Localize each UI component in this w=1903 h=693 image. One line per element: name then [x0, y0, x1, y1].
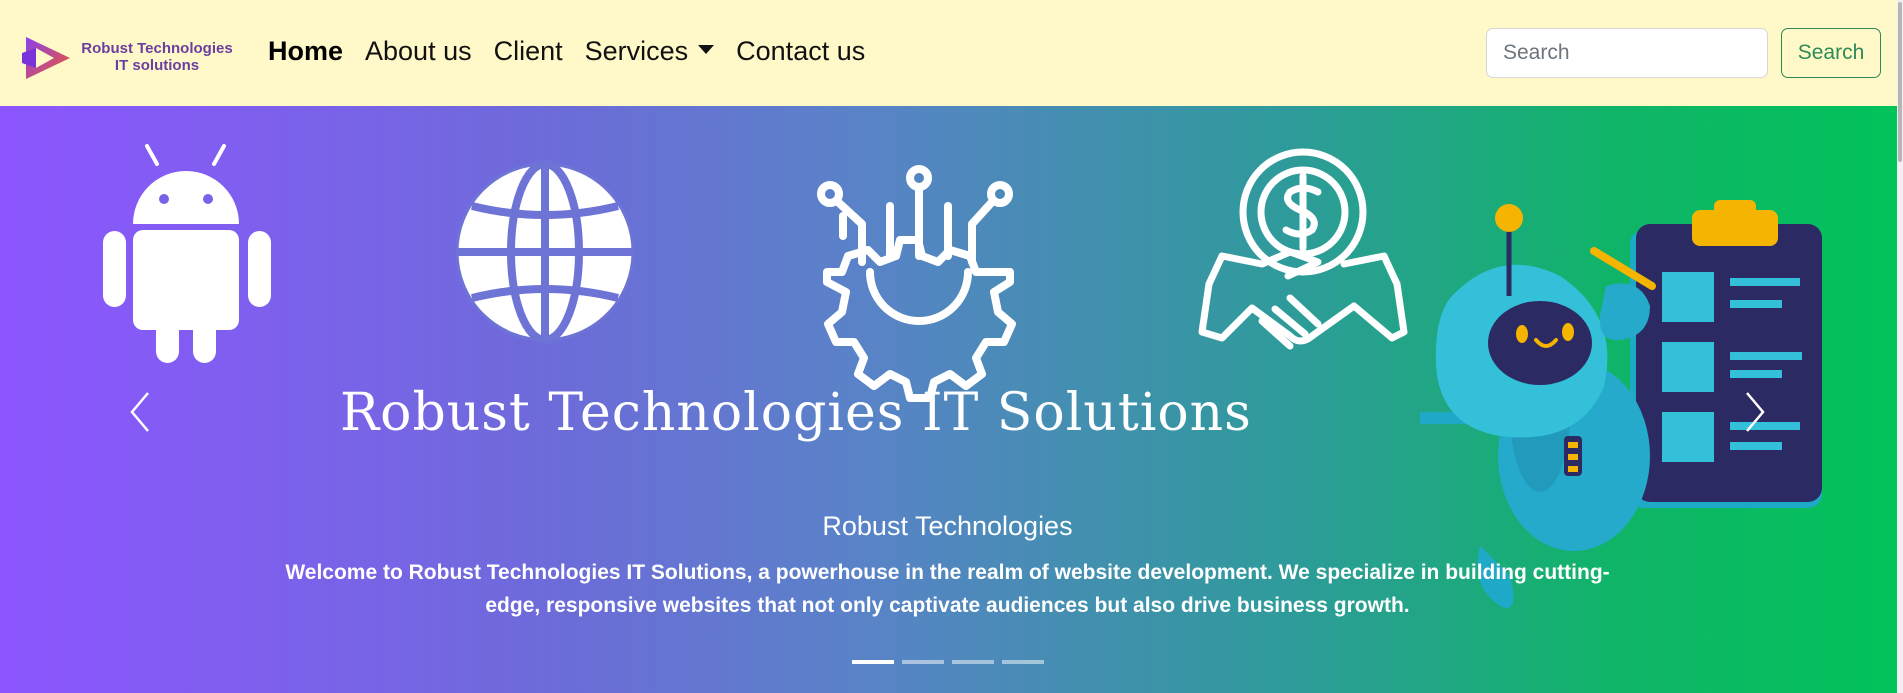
- carousel-indicator-4[interactable]: [1002, 660, 1044, 664]
- caption-heading: Robust Technologies: [822, 511, 1073, 541]
- carousel-prev-button[interactable]: [110, 376, 170, 446]
- nav-client-link[interactable]: Client: [494, 36, 563, 67]
- nav-menu: Home About us Client Services Contact us: [268, 36, 887, 67]
- gear-circuit-icon: [817, 165, 1016, 402]
- brand-name-line2: IT solutions: [114, 57, 200, 74]
- nav-services-label: Services: [584, 36, 689, 66]
- carousel-indicator-3[interactable]: [952, 660, 994, 664]
- carousel-indicator-2[interactable]: [902, 660, 944, 664]
- play-logo-icon: [22, 37, 70, 79]
- chevron-right-icon: [1746, 392, 1765, 432]
- search-button[interactable]: Search: [1781, 28, 1881, 78]
- banner-title: Robust Technologies IT Solutions: [340, 383, 1252, 443]
- globe-icon: [455, 160, 635, 344]
- page-scrollbar[interactable]: [1897, 0, 1903, 693]
- hero-carousel: Robust Technologies IT Solutions Robust …: [0, 106, 1897, 693]
- carousel-indicators: [852, 660, 1052, 664]
- caret-down-icon: [698, 45, 715, 55]
- nav-services-dropdown[interactable]: Services: [585, 36, 715, 67]
- nav-contact-link[interactable]: Contact us: [736, 36, 865, 67]
- android-icon: [103, 144, 271, 363]
- nav-about-link[interactable]: About us: [365, 36, 472, 67]
- navbar: Robust Technologies IT solutions Home Ab…: [0, 0, 1897, 106]
- brand-name: Robust Technologies IT solutions: [72, 40, 242, 74]
- brand-name-line1: Robust Technologies: [81, 40, 233, 57]
- carousel-indicator-1[interactable]: [852, 660, 894, 664]
- chevron-left-icon: [130, 392, 149, 432]
- caption-text: Welcome to Robust Technologies IT Soluti…: [285, 561, 1610, 617]
- brand-logo[interactable]: Robust Technologies IT solutions: [20, 30, 233, 86]
- nav-home-link[interactable]: Home: [268, 36, 343, 67]
- scrollbar-thumb[interactable]: [1898, 2, 1902, 162]
- carousel-caption: Robust Technologies Welcome to Robust Te…: [270, 511, 1625, 622]
- dollar-handshake-icon: [1198, 148, 1408, 350]
- carousel-next-button[interactable]: [1725, 376, 1785, 446]
- search-input[interactable]: [1486, 28, 1768, 78]
